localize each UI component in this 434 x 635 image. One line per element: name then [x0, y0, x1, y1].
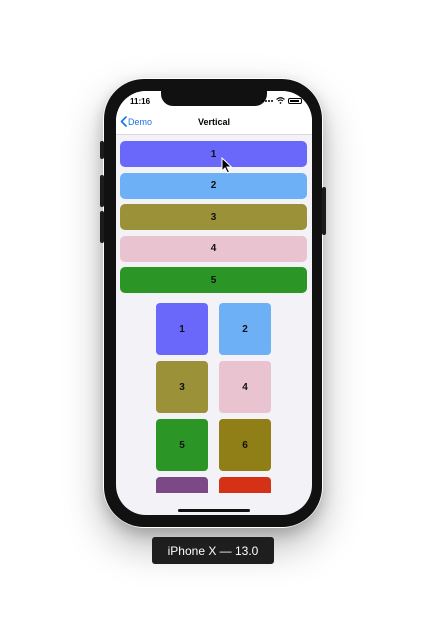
- row-item-label: 4: [210, 243, 217, 254]
- home-indicator: [178, 509, 250, 512]
- grid-collection: 1 2 3 4 5 6: [156, 303, 272, 493]
- grid-item-1[interactable]: 1: [156, 303, 208, 355]
- phone-screen: 11:16 Demo Vertical 1 2 3 4 5 1 2 3 4 5 …: [116, 91, 312, 515]
- grid-item-label: 5: [179, 439, 185, 451]
- grid-item-label: 1: [179, 323, 185, 335]
- notch: [161, 91, 267, 106]
- row-item-4[interactable]: 4: [120, 235, 307, 262]
- row-item-label: 1: [210, 148, 217, 160]
- row-item-5[interactable]: 5: [120, 267, 307, 293]
- grid-item-2[interactable]: 2: [219, 303, 271, 355]
- status-icons: [262, 97, 302, 104]
- cellular-signal-icon: [262, 99, 273, 102]
- row-item-label: 2: [210, 180, 217, 191]
- grid-item-5[interactable]: 5: [156, 419, 208, 471]
- status-time: 11:16: [130, 97, 151, 106]
- grid-item-label: 2: [242, 323, 248, 335]
- battery-icon: [288, 97, 302, 104]
- power-button: [322, 187, 326, 235]
- row-item-3[interactable]: 3: [120, 204, 307, 230]
- grid-item-3[interactable]: 3: [156, 361, 208, 413]
- volume-down-button: [100, 211, 104, 243]
- grid-item-label: 6: [242, 439, 248, 451]
- mouse-pointer-icon: [221, 156, 233, 179]
- mute-switch: [100, 141, 104, 159]
- row-item-label: 3: [210, 211, 217, 223]
- row-item-label: 5: [210, 274, 217, 286]
- navigation-bar: Demo Vertical: [116, 111, 312, 135]
- device-label: iPhone X — 13.0: [152, 537, 274, 564]
- wifi-icon: [276, 97, 285, 104]
- grid-item-6[interactable]: 6: [219, 419, 271, 471]
- grid-item-7[interactable]: [156, 477, 208, 493]
- grid-item-8[interactable]: [219, 477, 271, 493]
- grid-item-4[interactable]: 4: [219, 361, 271, 413]
- vertical-row-list: 1 2 3 4 5: [120, 141, 307, 299]
- volume-up-button: [100, 175, 104, 207]
- grid-item-label: 3: [179, 381, 185, 393]
- status-bar: 11:16: [116, 91, 312, 111]
- row-item-2[interactable]: 2: [120, 172, 307, 199]
- grid-item-label: 4: [242, 381, 248, 393]
- row-item-1[interactable]: 1: [120, 141, 307, 167]
- nav-title: Vertical: [197, 117, 231, 127]
